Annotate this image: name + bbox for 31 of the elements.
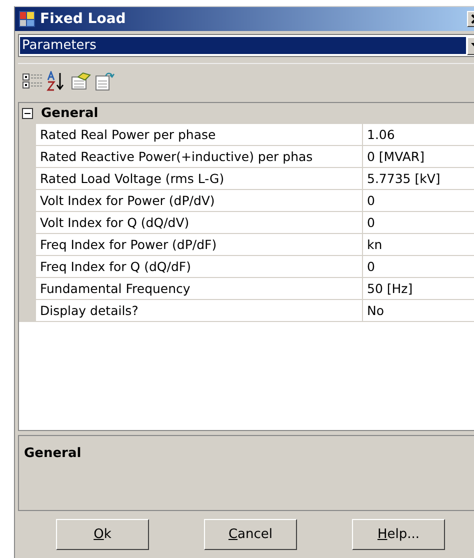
property-value[interactable]: 1.06	[363, 124, 474, 146]
property-pages-icon[interactable]	[70, 71, 92, 91]
categorized-view-icon[interactable]	[22, 71, 44, 91]
property-value[interactable]: No	[363, 300, 474, 322]
property-value[interactable]: 0	[363, 256, 474, 278]
property-name[interactable]: Volt Index for Q (dQ/dV)	[36, 212, 363, 234]
description-title: General	[24, 446, 82, 461]
property-value[interactable]: 0 [MVAR]	[363, 146, 474, 168]
property-value[interactable]: 0	[363, 190, 474, 212]
dialog-button[interactable]: Cancel	[204, 519, 297, 550]
category-label: General	[41, 106, 98, 121]
property-value[interactable]: 50 [Hz]	[363, 278, 474, 300]
property-name[interactable]: Volt Index for Power (dP/dV)	[36, 190, 363, 212]
property-name[interactable]: Display details?	[36, 300, 363, 322]
app-icon	[18, 10, 36, 28]
collapse-icon[interactable]	[22, 108, 33, 119]
property-value[interactable]: 0	[363, 212, 474, 234]
object-dropdown[interactable]: Parameters	[18, 34, 474, 57]
property-name[interactable]: Rated Real Power per phase	[36, 124, 363, 146]
document-refresh-icon[interactable]	[94, 71, 116, 91]
category-row[interactable]: General	[19, 103, 474, 124]
property-value[interactable]: 5.7735 [kV]	[363, 168, 474, 190]
dialog-button[interactable]: Help...	[352, 519, 445, 550]
property-value[interactable]: kn	[363, 234, 474, 256]
window-title: Fixed Load	[40, 11, 127, 27]
dialog-button[interactable]: Ok	[56, 519, 149, 550]
property-name[interactable]: Fundamental Frequency	[36, 278, 363, 300]
property-name[interactable]: Rated Load Voltage (rms L-G)	[36, 168, 363, 190]
property-name[interactable]: Freq Index for Q (dQ/dF)	[36, 256, 363, 278]
property-name[interactable]: Freq Index for Power (dP/dF)	[36, 234, 363, 256]
property-name[interactable]: Rated Reactive Power(+inductive) per phas	[36, 146, 363, 168]
